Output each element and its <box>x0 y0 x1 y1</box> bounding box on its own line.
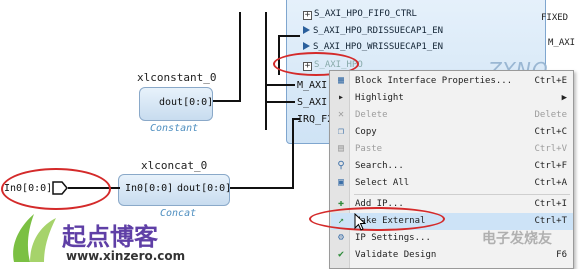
port-arrow-icon <box>303 42 310 50</box>
menu-item-select-all[interactable]: ▣ Select All Ctrl+A <box>331 175 573 192</box>
menu-item-search[interactable]: ⚲ Search... Ctrl+F <box>331 158 573 175</box>
block-interface-icon: ▦ <box>337 75 345 86</box>
leaf-logo-icon <box>13 214 56 262</box>
net-wire[interactable] <box>292 118 294 189</box>
paste-icon: ▤ <box>337 143 345 154</box>
net-wire[interactable] <box>278 35 300 37</box>
delete-icon: ✕ <box>337 109 345 120</box>
menu-item-paste[interactable]: ▤ Paste Ctrl+V <box>331 141 573 158</box>
zynq-right-label-fixed: FIXED <box>541 13 569 23</box>
highlight-icon: ▸ <box>337 92 345 103</box>
zynq-stub-irq: IRQ_F2 <box>297 114 334 125</box>
menu-separator <box>354 194 570 195</box>
submenu-chevron-icon: ▶ <box>561 93 567 103</box>
menu-item-delete[interactable]: ✕ Delete Delete <box>331 107 573 124</box>
concat-pin-dout[interactable]: dout[0:0] <box>177 183 231 194</box>
constant-subtitle: Constant <box>150 123 199 134</box>
constant-pin-dout[interactable]: dout[0:0] <box>159 97 213 108</box>
net-wire[interactable] <box>230 187 294 189</box>
highlight-ellipse-port <box>1 168 111 210</box>
select-all-icon: ▣ <box>337 177 345 188</box>
mouse-cursor-icon <box>354 213 366 231</box>
net-wire[interactable] <box>265 84 295 86</box>
menu-item-validate-design[interactable]: ✔ Validate Design F6 <box>331 247 573 264</box>
watermark-right: 电子发烧友 <box>482 231 552 247</box>
highlight-ellipse-make-external <box>309 207 445 231</box>
menu-item-copy[interactable]: ❐ Copy Ctrl+C <box>331 124 573 141</box>
search-icon: ⚲ <box>337 160 345 171</box>
zynq-stub-maxi: M_AXI <box>297 80 328 91</box>
zynq-right-label-maxi: M_AXI <box>548 38 576 48</box>
net-wire[interactable] <box>213 100 241 102</box>
concat-subtitle: Concat <box>160 208 197 219</box>
menu-item-block-interface-properties[interactable]: ▦ Block Interface Properties... Ctrl+E <box>331 73 573 90</box>
port-rdissuecap[interactable]: S_AXI_HPO_RDISSUECAP1_EN <box>303 26 443 42</box>
concat-title: xlconcat_0 <box>141 159 208 172</box>
zynq-stub-saxi: S_AXI <box>297 97 328 108</box>
menu-item-highlight[interactable]: ▸ Highlight ▶ <box>331 90 573 107</box>
copy-icon: ❐ <box>337 126 345 137</box>
port-fifo-ctrl[interactable]: + S_AXI_HPO_FIFO_CTRL <box>303 9 417 25</box>
constant-title: xlconstant_0 <box>137 71 217 84</box>
concat-pin-in0[interactable]: In0[0:0] <box>125 183 173 194</box>
net-wire[interactable] <box>239 12 241 102</box>
expand-icon[interactable]: + <box>303 11 312 20</box>
ip-settings-icon: ⚙ <box>337 232 345 243</box>
port-arrow-icon <box>303 26 310 34</box>
net-wire[interactable] <box>265 101 295 103</box>
watermark-brand: 起点博客 <box>62 223 158 251</box>
net-wire[interactable] <box>292 118 300 120</box>
watermark-url: www.xinzero.com <box>66 249 186 263</box>
validate-design-icon: ✔ <box>337 249 345 260</box>
net-wire[interactable] <box>265 12 267 130</box>
